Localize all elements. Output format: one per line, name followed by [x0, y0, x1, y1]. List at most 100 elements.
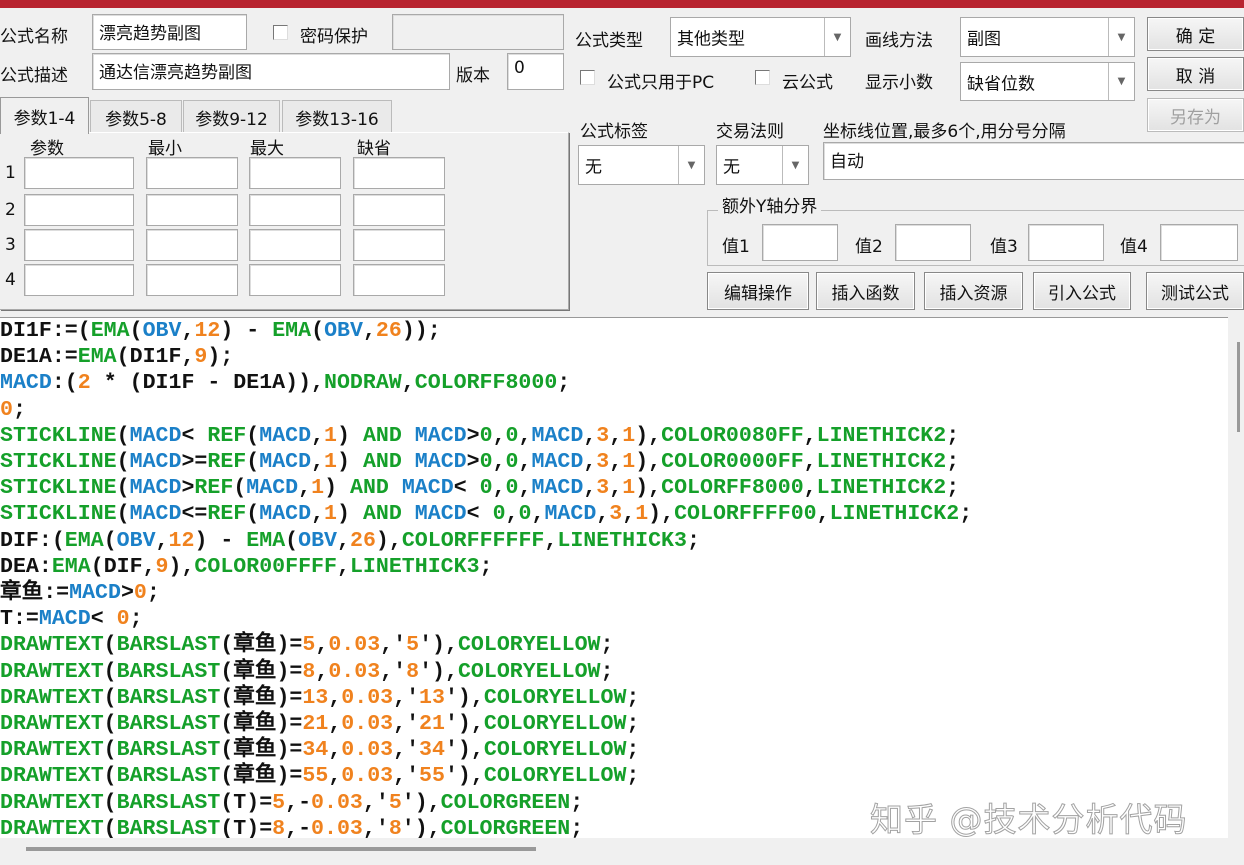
param-default-input-4[interactable] [353, 264, 445, 296]
import-formula-button[interactable]: 引入公式 [1033, 272, 1131, 310]
code-line[interactable]: DIF:(EMA(OBV,12) - EMA(OBV,26),COLORFFFF… [0, 528, 1228, 554]
code-number: 1 [311, 476, 325, 501]
y-value-4-label: 值4 [1120, 237, 1148, 257]
y-value-3-input[interactable] [1028, 224, 1104, 261]
code-line[interactable]: DE1A:=EMA(DI1F,9); [0, 344, 1228, 370]
decimals-select[interactable]: 缺省位数 ▼ [960, 62, 1135, 101]
code-line[interactable]: STICKLINE(MACD>REF(MACD,1) AND MACD< 0,0… [0, 475, 1228, 501]
code-number: 3 [596, 476, 610, 501]
code-text: > [466, 450, 480, 475]
code-keyword: AND [349, 476, 389, 501]
insert-resource-button[interactable]: 插入资源 [924, 272, 1023, 310]
code-line[interactable]: MACD:(2 * (DI1F - DE1A)),NODRAW,COLORFF8… [0, 370, 1228, 396]
param-min-input-2[interactable] [146, 194, 238, 226]
code-line[interactable]: 章鱼:=MACD>0; [0, 580, 1228, 606]
code-number: 1 [324, 450, 338, 475]
code-line[interactable]: DRAWTEXT(BARSLAST(章鱼)=21,0.03,'21'),COLO… [0, 711, 1228, 737]
code-line[interactable]: DRAWTEXT(BARSLAST(章鱼)=34,0.03,'34'),COLO… [0, 737, 1228, 763]
code-line[interactable]: 0; [0, 397, 1228, 423]
y-value-2-input[interactable] [895, 224, 971, 261]
param-max-input-3[interactable] [249, 229, 341, 261]
pc-only-checkbox[interactable] [580, 70, 595, 85]
code-text: ; [600, 633, 614, 658]
code-number: 9 [155, 554, 169, 579]
horizontal-scrollbar-thumb[interactable] [26, 847, 536, 851]
formula-type-select[interactable]: 其他类型 ▼ [670, 17, 851, 57]
draw-method-value: 副图 [967, 29, 1001, 50]
draw-method-select[interactable]: 副图 ▼ [960, 17, 1135, 57]
insert-function-button[interactable]: 插入函数 [816, 272, 915, 310]
formula-name-input[interactable]: 漂亮趋势副图 [92, 14, 247, 50]
code-line[interactable]: T:=MACD< 0; [0, 606, 1228, 632]
param-header-max: 最大 [250, 139, 284, 159]
param-min-input-1[interactable] [146, 157, 238, 189]
chevron-down-icon[interactable]: ▼ [678, 146, 704, 184]
code-line[interactable]: STICKLINE(MACD<=REF(MACD,1) AND MACD< 0,… [0, 501, 1228, 527]
param-name-input-4[interactable] [24, 264, 134, 296]
code-text[interactable]: DI1F:=(EMA(OBV,12) - EMA(OBV,26)); DE1A:=… [0, 318, 1228, 838]
code-text: * (DI1F - DE1A)), [90, 371, 324, 396]
ok-button[interactable]: 确 定 [1147, 17, 1244, 51]
chevron-down-icon[interactable]: ▼ [824, 18, 850, 56]
chevron-down-icon[interactable]: ▼ [1108, 18, 1134, 56]
code-line[interactable]: DRAWTEXT(BARSLAST(章鱼)=13,0.03,'13'),COLO… [0, 685, 1228, 711]
code-variable: MACD [414, 423, 467, 448]
tab-params-1-4[interactable]: 参数1-4 [0, 97, 89, 134]
param-max-input-4[interactable] [249, 264, 341, 296]
password-checkbox[interactable] [273, 25, 288, 40]
chevron-down-icon[interactable]: ▼ [1108, 63, 1134, 100]
code-text: :( [51, 371, 78, 396]
code-line[interactable]: DI1F:=(EMA(OBV,12) - EMA(OBV,26)); [0, 318, 1228, 344]
tab-params-13-16[interactable]: 参数13-16 [282, 100, 392, 133]
horizontal-scrollbar[interactable] [0, 838, 1244, 865]
param-name-input-1[interactable] [24, 157, 134, 189]
code-variable: MACD [129, 476, 182, 501]
cloud-checkbox[interactable] [755, 70, 770, 85]
param-default-input-3[interactable] [353, 229, 445, 261]
param-name-input-3[interactable] [24, 229, 134, 261]
code-text: 章鱼:= [0, 581, 70, 606]
code-text: < [466, 502, 493, 527]
edit-operations-button[interactable]: 编辑操作 [707, 272, 809, 310]
code-line[interactable]: STICKLINE(MACD>=REF(MACD,1) AND MACD>0,0… [0, 449, 1228, 475]
code-line[interactable]: STICKLINE(MACD< REF(MACD,1) AND MACD>0,0… [0, 423, 1228, 449]
code-number: 21 [419, 712, 445, 737]
chevron-down-icon[interactable]: ▼ [782, 146, 808, 184]
version-input[interactable]: 0 [507, 53, 564, 90]
tag-select[interactable]: 无 ▼ [578, 145, 705, 185]
code-text: ,' [393, 738, 420, 763]
param-default-input-2[interactable] [353, 194, 445, 226]
code-number: 8 [272, 816, 286, 838]
save-as-button[interactable]: 另存为 [1147, 98, 1244, 132]
tab-params-5-8[interactable]: 参数5-8 [90, 100, 182, 133]
axis-position-input[interactable]: 自动 [823, 142, 1244, 180]
param-min-input-3[interactable] [146, 229, 238, 261]
code-line[interactable]: DRAWTEXT(BARSLAST(章鱼)=5,0.03,'5'),COLORY… [0, 632, 1228, 658]
formula-desc-input[interactable]: 通达信漂亮趋势副图 [92, 53, 450, 90]
param-max-input-2[interactable] [249, 194, 341, 226]
code-text: ,- [285, 816, 312, 838]
param-max-input-1[interactable] [249, 157, 341, 189]
code-line[interactable]: DEA:EMA(DIF,9),COLOR00FFFF,LINETHICK3; [0, 554, 1228, 580]
rule-select[interactable]: 无 ▼ [716, 145, 809, 185]
y-value-1-input[interactable] [762, 224, 838, 261]
vertical-scrollbar-thumb[interactable] [1237, 342, 1240, 432]
code-line[interactable]: DRAWTEXT(BARSLAST(章鱼)=8,0.03,'8'),COLORY… [0, 659, 1228, 685]
code-text: < [453, 476, 480, 501]
code-number: 3 [596, 423, 610, 448]
vertical-scrollbar[interactable] [1228, 317, 1244, 838]
tab-params-9-12[interactable]: 参数9-12 [183, 100, 280, 133]
code-keyword: BARSLAST [116, 738, 221, 763]
param-min-input-4[interactable] [146, 264, 238, 296]
param-name-input-2[interactable] [24, 194, 134, 226]
code-editor[interactable]: DI1F:=(EMA(OBV,12) - EMA(OBV,26)); DE1A:=… [0, 317, 1228, 838]
param-default-input-1[interactable] [353, 157, 445, 189]
code-variable: MACD [544, 502, 597, 527]
code-line[interactable]: DRAWTEXT(BARSLAST(章鱼)=55,0.03,'55'),COLO… [0, 763, 1228, 789]
cancel-button[interactable]: 取 消 [1147, 57, 1244, 91]
password-input[interactable] [392, 14, 564, 50]
decimals-label: 显示小数 [865, 73, 933, 93]
y-value-4-input[interactable] [1160, 224, 1238, 261]
test-formula-button[interactable]: 测试公式 [1146, 272, 1244, 310]
param-row-number: 3 [5, 235, 16, 255]
